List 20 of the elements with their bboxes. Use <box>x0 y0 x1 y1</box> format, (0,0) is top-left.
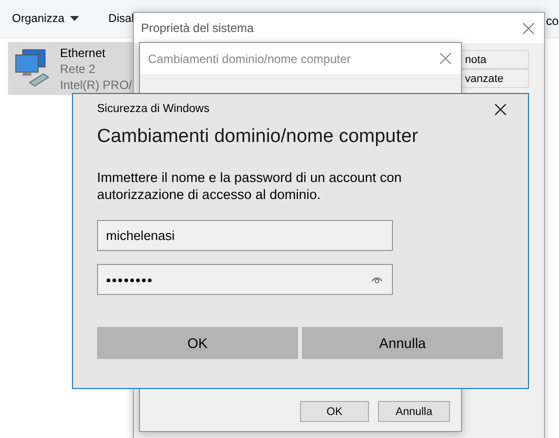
caret-icon <box>70 16 80 21</box>
dialog-button[interactable]: OK <box>97 327 298 359</box>
dialog-title: Cambiamenti dominio/nome computer <box>148 52 351 66</box>
window-title: Proprietà del sistema <box>141 21 254 35</box>
password-field[interactable]: •••••••• <box>97 264 393 295</box>
dialog-button[interactable]: Annulla <box>378 401 450 422</box>
toolbar-label: co <box>546 14 559 28</box>
toolbar-button[interactable]: Organizza <box>12 10 80 26</box>
eye-icon[interactable] <box>371 276 383 284</box>
network-name: Rete 2 <box>60 61 96 77</box>
dialog-button[interactable]: Annulla <box>302 327 503 359</box>
adapter-name: Intel(R) PRO/ <box>60 77 132 93</box>
dialog-message: Immettere il nome e la password di un account con autorizzazione di accesso al dominio. <box>97 169 403 203</box>
connection-name: Ethernet <box>60 45 106 61</box>
toolbar-button[interactable]: Disal <box>108 10 134 26</box>
dialog-button[interactable]: OK <box>300 401 369 422</box>
close-icon[interactable] <box>495 104 506 114</box>
username-field[interactable]: michelenasi <box>97 220 393 251</box>
dialog-caption: Sicurezza di Windows <box>97 103 210 115</box>
dialog-heading: Cambiamenti dominio/nome computer <box>97 126 420 148</box>
